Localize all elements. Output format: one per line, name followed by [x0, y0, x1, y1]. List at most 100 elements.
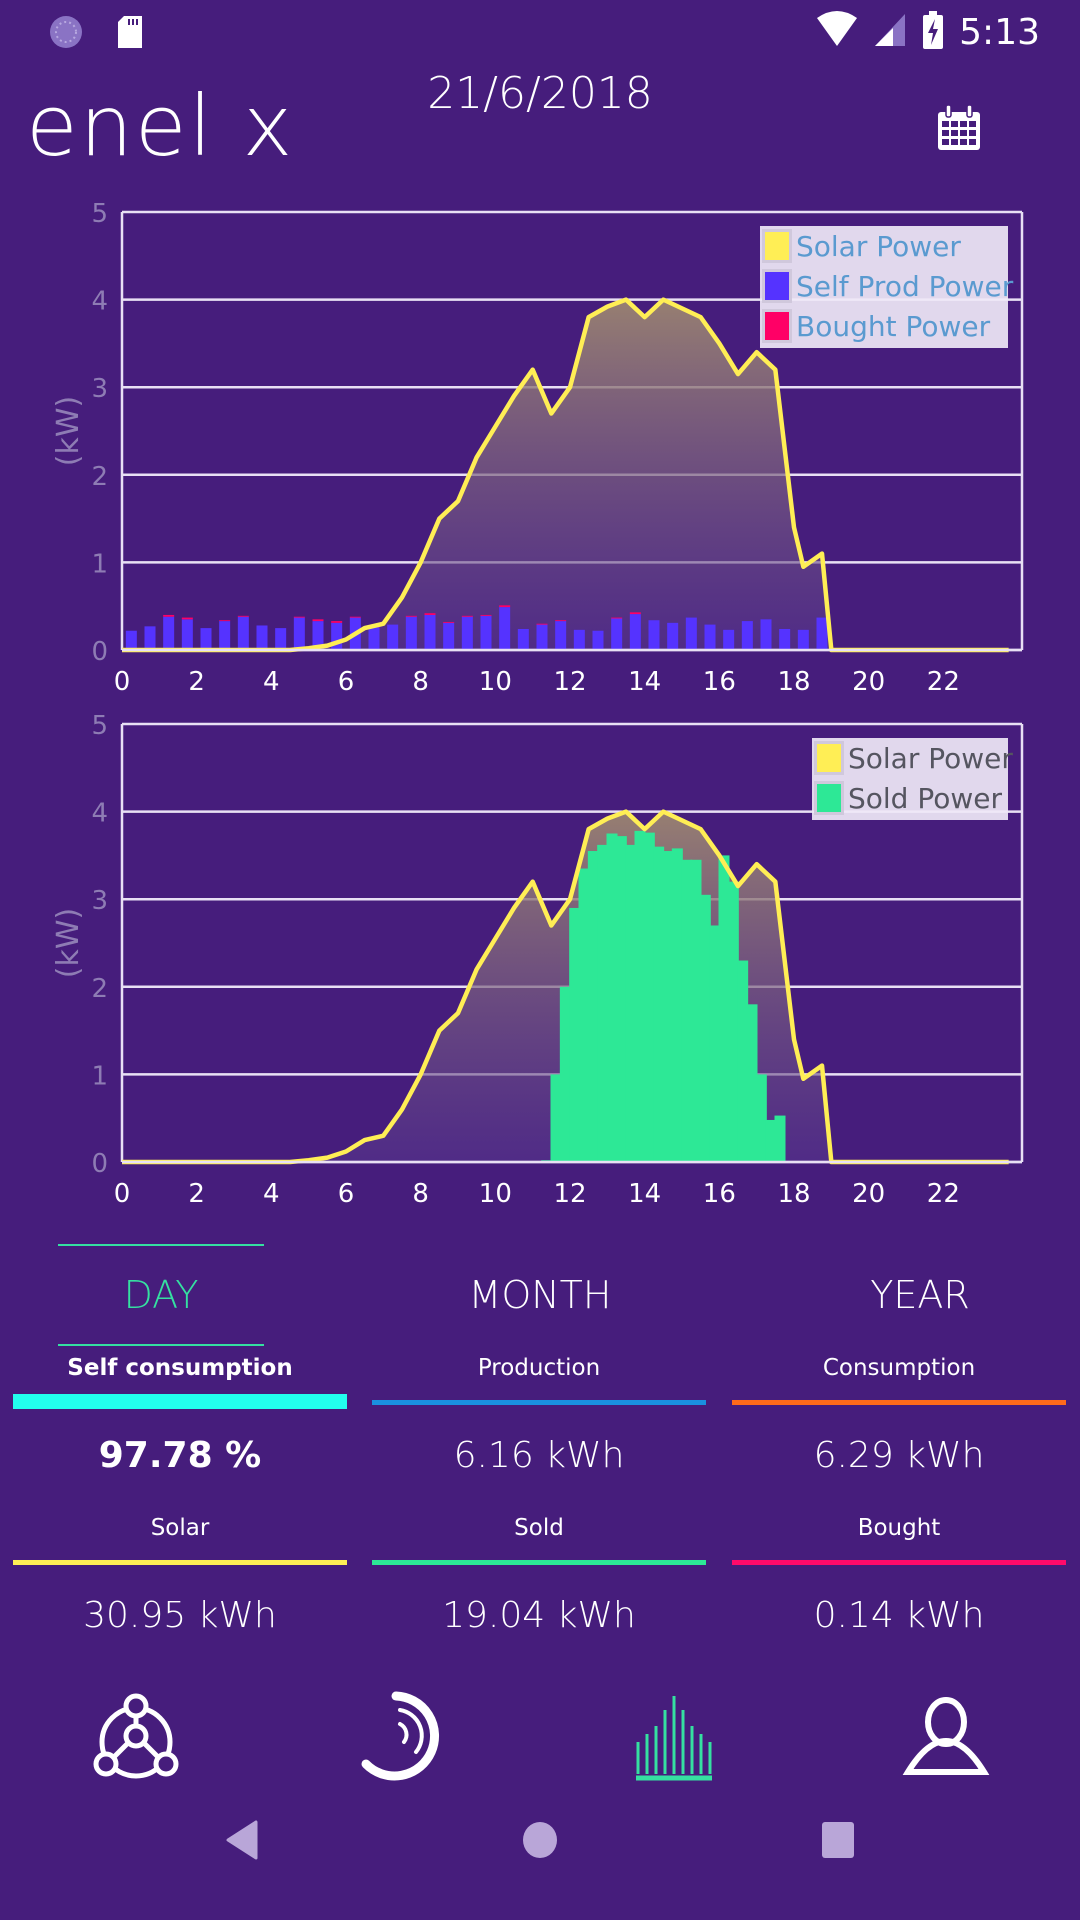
y-tick-label: 1	[91, 1061, 108, 1091]
bar-self-prod-power	[368, 627, 380, 650]
energy-flow-icon	[356, 1691, 456, 1794]
bar-self-prod-power	[573, 629, 585, 650]
x-tick-label: 12	[553, 667, 586, 697]
nav-energy-flow[interactable]	[356, 1690, 456, 1790]
tab-day-indicator-top	[58, 1244, 264, 1246]
bar-bought-power	[555, 620, 567, 622]
home-icon	[522, 1822, 558, 1864]
bar-self-prod-power	[517, 628, 529, 650]
wifi-icon	[815, 10, 859, 55]
bar-self-prod-power	[685, 617, 697, 650]
bar-bought-power	[312, 619, 324, 622]
x-tick-label: 8	[412, 667, 429, 697]
x-tick-label: 10	[479, 1179, 512, 1209]
legend-label: Bought Power	[796, 310, 991, 343]
y-tick-label: 1	[91, 549, 108, 579]
stat-value: 0.14 kWh	[813, 1595, 985, 1636]
stat-sold: Sold 19.04 kWh	[372, 1510, 706, 1636]
bar-bought-power	[349, 616, 361, 618]
stat-color-bar	[732, 1400, 1066, 1405]
chart-sold-power: 0 1 2 3 4 5 (kW) 0 2 4 6 8 10 12 14 16 18 20 22 Solar Power…	[0, 702, 1080, 1212]
y-tick-label: 0	[91, 1149, 108, 1179]
stat-solar: Solar 30.95 kWh	[13, 1510, 347, 1636]
x-tick-label: 22	[927, 1179, 960, 1209]
stat-value: 6.29 kWh	[813, 1435, 985, 1476]
y-tick-label: 5	[91, 711, 108, 741]
legend-swatch	[817, 744, 841, 772]
bar-bought-power	[536, 623, 548, 625]
tab-year[interactable]: YEAR	[820, 1250, 1020, 1340]
clock: 5:13	[959, 12, 1040, 53]
x-tick-label: 0	[114, 1179, 131, 1209]
bar-self-prod-power	[480, 615, 492, 650]
recents-button[interactable]	[820, 1820, 856, 1865]
network-icon	[86, 1693, 186, 1794]
bar-bought-power	[293, 616, 305, 618]
bar-bought-power	[237, 615, 249, 617]
stat-label: Production	[477, 1355, 601, 1381]
y-tick-label: 3	[91, 374, 108, 404]
x-tick-label: 10	[479, 667, 512, 697]
home-button[interactable]	[522, 1820, 558, 1865]
stat-label: Consumption	[822, 1355, 976, 1381]
header: enel x 21/6/2018	[0, 62, 1080, 182]
bar-self-prod-power	[797, 629, 809, 650]
x-tick-label: 8	[412, 1179, 429, 1209]
tab-day-indicator-bottom	[58, 1344, 264, 1346]
nav-statistics[interactable]	[624, 1690, 724, 1790]
bar-self-prod-power	[555, 621, 567, 650]
tab-day-label: DAY	[123, 1273, 199, 1317]
stat-label: Self consumption	[67, 1355, 293, 1381]
sd-card-icon	[116, 14, 144, 55]
legend-swatch	[817, 784, 841, 812]
tab-month[interactable]: MONTH	[440, 1250, 640, 1340]
y-tick-label: 4	[91, 287, 108, 317]
x-tick-label: 20	[852, 667, 885, 697]
tab-month-label: MONTH	[468, 1273, 612, 1317]
system-nav	[0, 1820, 1080, 1890]
calendar-button[interactable]	[936, 104, 982, 157]
chart-self-production-svg: 012345(kW)0 2 4 6 8 10 12 14 16 18 20 22Solar Power…	[51, 199, 1024, 697]
bar-self-prod-power	[611, 618, 623, 650]
bar-chart-icon	[624, 1696, 724, 1794]
bar-bought-power	[219, 620, 231, 622]
y-tick-label: 3	[91, 886, 108, 916]
x-tick-label: 0	[114, 667, 131, 697]
stat-label: Solar	[150, 1515, 210, 1541]
bar-self-prod-power	[237, 616, 249, 650]
status-bar: 5:13	[0, 0, 1080, 62]
bar-self-prod-power	[667, 622, 679, 650]
bar-self-prod-power	[499, 607, 511, 650]
signal-icon	[873, 10, 907, 55]
bar-self-prod-power	[779, 628, 791, 650]
bar-self-prod-power	[741, 621, 753, 650]
legend-label: Solar Power	[796, 230, 961, 263]
y-axis-label: (kW)	[51, 908, 86, 978]
stat-color-bar	[13, 1394, 347, 1409]
tab-day[interactable]: DAY	[58, 1244, 264, 1346]
stat-value: 97.78 %	[98, 1435, 262, 1476]
back-button[interactable]	[224, 1820, 260, 1865]
bar-self-prod-power	[629, 614, 641, 650]
legend-label: Solar Power	[848, 742, 1013, 775]
nav-profile[interactable]	[896, 1690, 996, 1790]
y-tick-label: 5	[91, 199, 108, 229]
stat-color-bar	[372, 1400, 706, 1405]
stat-label: Sold	[514, 1515, 564, 1541]
chart-sold-power-svg: 012345(kW)0 2 4 6 8 10 12 14 16 18 20 22Solar Power…	[51, 711, 1024, 1209]
x-tick-label: 6	[338, 1179, 355, 1209]
legend-label: Self Prod Power	[796, 270, 1014, 303]
loading-icon	[48, 14, 84, 55]
legend-swatch	[765, 312, 789, 340]
nav-network[interactable]	[86, 1690, 186, 1790]
bar-self-prod-power	[704, 624, 716, 650]
y-tick-label: 4	[91, 799, 108, 829]
bar-bought-power	[461, 615, 473, 617]
x-tick-label: 4	[263, 667, 280, 697]
x-tick-label: 18	[777, 1179, 810, 1209]
bar-bought-power	[424, 613, 436, 615]
bar-self-prod-power	[424, 614, 436, 650]
bar-self-prod-power	[723, 629, 735, 650]
bar-bought-power	[181, 617, 193, 620]
bar-bought-power	[499, 605, 511, 608]
